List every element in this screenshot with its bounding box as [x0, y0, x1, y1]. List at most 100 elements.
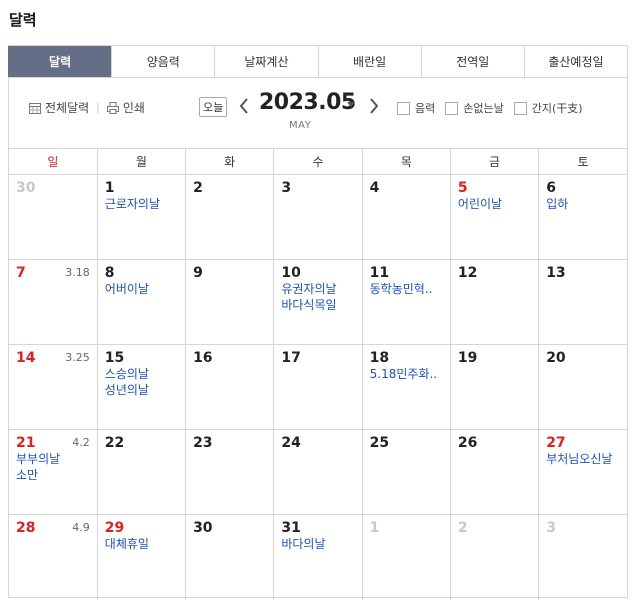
calendar-event[interactable]: 대체휴일: [105, 536, 178, 552]
day-number: 2: [193, 180, 203, 196]
calendar-event[interactable]: 바다식목일: [281, 297, 354, 313]
calendar-day-cell[interactable]: 18 5.18민주화..: [361, 344, 451, 430]
calendar-day-cell[interactable]: 6 입하: [538, 174, 627, 260]
calendar-day-cell[interactable]: 2: [449, 514, 539, 600]
lunar-checkbox[interactable]: [397, 101, 410, 115]
day-number: 23: [193, 435, 213, 451]
print-label: 인쇄: [122, 101, 145, 115]
prev-month-button[interactable]: [236, 93, 252, 119]
day-number: 3: [546, 520, 556, 536]
calendar-day-cell[interactable]: 10 유권자의날 바다식목일: [273, 259, 363, 345]
calendar-day-cell[interactable]: 23: [185, 429, 274, 515]
calendar-day-cell[interactable]: 21 4.2 부부의날 소만: [9, 429, 98, 515]
calendar-day-cell[interactable]: 30: [185, 514, 274, 600]
tab-discharge[interactable]: 전역일: [420, 46, 524, 77]
calendar-event[interactable]: 부처님오신날: [546, 451, 620, 467]
calendar-week-row: 21 4.2 부부의날 소만 22 23 24 25 26 27 부처님오신날: [9, 429, 627, 515]
day-number: 19: [457, 350, 478, 366]
tab-ovulation[interactable]: 배란일: [317, 46, 421, 77]
today-button[interactable]: 오늘: [199, 97, 228, 117]
day-number: 30: [193, 520, 213, 536]
calendar-day-cell[interactable]: 22: [96, 429, 186, 515]
calendar-event[interactable]: 5.18민주화..: [370, 366, 443, 382]
calendar-day-cell[interactable]: 14 3.25: [9, 344, 98, 430]
calendar-day-cell[interactable]: 15 스승의날 성년의날: [96, 344, 186, 430]
day-number: 8: [104, 265, 115, 281]
calendar-week-row: 28 4.9 29 대체휴일 30 31 바다의날 1 2 3: [9, 514, 627, 600]
calendar-day-cell[interactable]: 24: [273, 429, 363, 515]
calendar-event[interactable]: 근로자의날: [105, 196, 178, 212]
tab-calendar[interactable]: 달력: [8, 46, 112, 77]
chevron-left-icon: [239, 98, 248, 114]
calendar-day-cell[interactable]: 17: [273, 344, 363, 430]
day-number: 1: [369, 520, 380, 536]
day-number: 29: [104, 520, 125, 536]
calendar-day-cell[interactable]: 1: [361, 514, 451, 600]
option-auspicious-day[interactable]: 손없는날: [445, 100, 504, 116]
calendar-event[interactable]: 동학농민혁..: [370, 281, 443, 297]
day-number: 12: [457, 265, 478, 281]
calendar-day-cell[interactable]: 29 대체휴일: [96, 514, 186, 600]
ganji-checkbox[interactable]: [513, 101, 527, 115]
calendar-week-row: 30 1 근로자의날 2 3 4 5 어린이날 6 입하: [9, 174, 627, 260]
weekday-header: 토: [538, 148, 627, 175]
calendar-day-cell[interactable]: 8 어버이날: [96, 259, 186, 345]
year-month-selector[interactable]: 2023.05: [259, 90, 356, 115]
option-ganji[interactable]: 간지(干支): [513, 100, 583, 116]
caret-down-icon[interactable]: [347, 102, 355, 107]
page-title: 달력: [9, 11, 37, 29]
calendar-day-cell[interactable]: 2: [185, 174, 274, 260]
option-lunar-label: 음력: [415, 102, 436, 115]
calendar-event[interactable]: 유권자의날: [281, 281, 354, 297]
calendar-day-cell[interactable]: 7 3.18: [9, 259, 98, 345]
calendar-day-cell[interactable]: 26: [449, 429, 539, 515]
calendar-day-cell[interactable]: 13: [538, 259, 627, 345]
calendar-day-cell[interactable]: 12: [449, 259, 539, 345]
toolbar-left: 전체달력 | 인쇄: [29, 99, 145, 116]
calendar-event[interactable]: 부부의날: [16, 451, 90, 467]
calendar-event[interactable]: 바다의날: [281, 536, 354, 552]
tab-date-calc[interactable]: 날짜계산: [214, 46, 318, 77]
calendar-day-cell[interactable]: 30: [9, 174, 98, 260]
calendar-day-cell[interactable]: 31 바다의날: [273, 514, 363, 600]
calendar-grid: 일 월 화 수 목 금 토 30 1 근로자의날 2 3 4 5 어린이날 6 입하 7 3.18 8 어…: [9, 148, 627, 600]
calendar-event[interactable]: 성년의날: [105, 382, 178, 398]
day-number: 10: [281, 265, 301, 281]
weekday-header: 월: [96, 148, 186, 175]
calendar-day-cell[interactable]: 16: [185, 344, 274, 430]
calendar-day-cell[interactable]: 20: [538, 344, 627, 430]
calendar-day-cell[interactable]: 4: [361, 174, 451, 260]
calendar-day-cell[interactable]: 11 동학농민혁..: [361, 259, 451, 345]
calendar-day-cell[interactable]: 1 근로자의날: [96, 174, 186, 260]
toolbar-divider: |: [96, 101, 100, 114]
calendar-day-cell[interactable]: 25: [361, 429, 451, 515]
weekday-header: 일: [9, 148, 98, 175]
tab-due-date[interactable]: 출산예정일: [523, 46, 628, 77]
calendar-event[interactable]: 어버이날: [105, 281, 178, 297]
auspicious-day-checkbox[interactable]: [445, 101, 459, 115]
day-number: 9: [193, 265, 203, 281]
calendar-toolbar: 전체달력 | 인쇄 오늘 2023.05 MAY 음력 손없는날 간지(干支): [9, 78, 627, 148]
calendar-day-cell[interactable]: 28 4.9: [9, 515, 97, 600]
tab-solar-lunar[interactable]: 양음력: [111, 46, 215, 77]
lunar-date: 4.2: [72, 436, 90, 449]
calendar-day-cell[interactable]: 19: [449, 344, 539, 430]
day-number: 1: [104, 180, 115, 196]
calendar-day-cell[interactable]: 9: [185, 259, 274, 345]
print-button[interactable]: 인쇄: [106, 99, 145, 116]
calendar-event[interactable]: 소만: [16, 467, 90, 483]
calendar-day-cell[interactable]: 27 부처님오신날: [538, 429, 627, 515]
next-month-button[interactable]: [366, 93, 382, 119]
option-lunar[interactable]: 음력: [397, 100, 435, 116]
calendar-day-cell[interactable]: 3: [273, 174, 363, 260]
calendar-day-cell[interactable]: 5 어린이날: [449, 174, 539, 260]
calendar-day-cell[interactable]: 3: [538, 514, 627, 600]
weekday-header-row: 일 월 화 수 목 금 토: [9, 148, 627, 175]
calendar-event[interactable]: 어린이날: [458, 196, 531, 212]
calendar-event[interactable]: 스승의날: [105, 366, 178, 382]
day-number: 30: [16, 180, 36, 196]
weekday-header: 화: [185, 148, 274, 175]
full-calendar-button[interactable]: 전체달력: [29, 99, 89, 116]
day-number: 4: [369, 180, 380, 196]
calendar-event[interactable]: 입하: [546, 196, 620, 212]
